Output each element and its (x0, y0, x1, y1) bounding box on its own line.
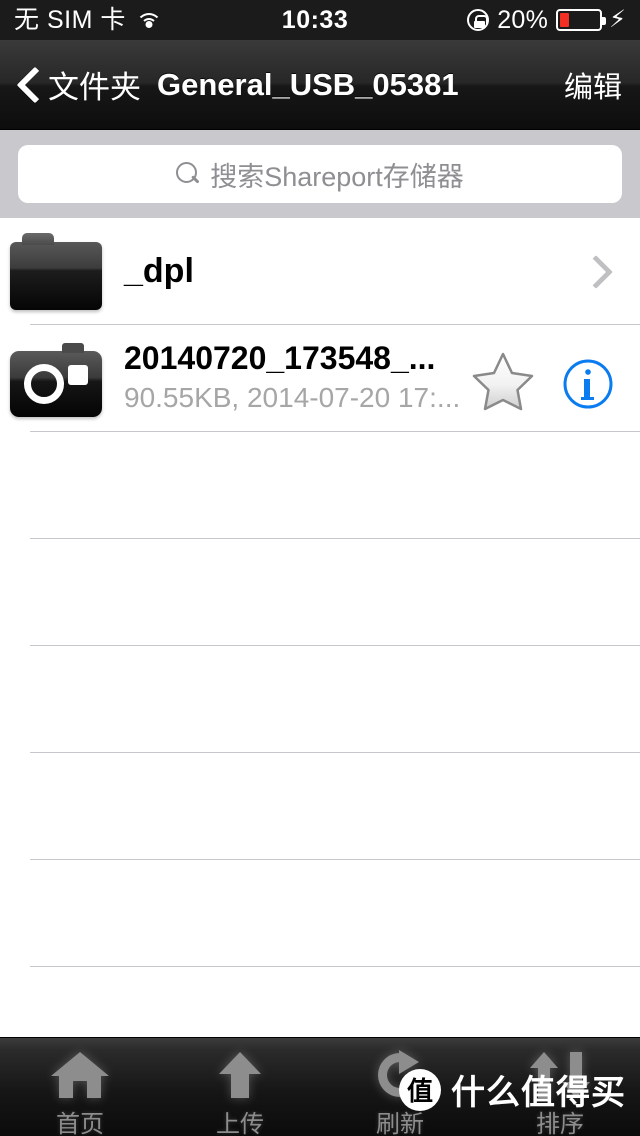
camera-icon (10, 342, 102, 417)
bottom-toolbar: 首页 上传 刷新 排序 值 什么值得买 (0, 1037, 640, 1136)
charging-bolt-icon: ⚡ (609, 6, 626, 33)
phone-screen: 无 SIM 卡 10:33 20% ⚡ 文件夹 General_USB_0538… (0, 0, 640, 1136)
row-separator (30, 966, 640, 967)
refresh-icon (373, 1048, 427, 1102)
back-button-label: 文件夹 (48, 70, 141, 105)
rotation-lock-icon (467, 9, 490, 31)
toolbar-item-home[interactable]: 首页 (0, 1038, 160, 1136)
toolbar-item-upload[interactable]: 上传 (160, 1038, 320, 1136)
home-icon (49, 1048, 111, 1102)
list-item-empty (0, 539, 640, 646)
status-bar-left: 无 SIM 卡 (14, 5, 163, 34)
file-list[interactable]: _dpl 20140720_173548_... 90.55KB, 2014-0… (0, 218, 640, 1037)
page-title: General_USB_05381 (157, 66, 459, 102)
search-bar: 搜索Shareport存储器 (0, 130, 640, 218)
battery-icon (556, 9, 607, 31)
list-item-empty (0, 432, 640, 539)
folder-icon (10, 232, 102, 310)
toolbar-label-home: 首页 (56, 1111, 104, 1136)
status-bar-right: 20% ⚡ (467, 6, 626, 35)
toolbar-label-sort: 排序 (536, 1111, 584, 1136)
battery-percent-label: 20% (497, 5, 549, 34)
chevron-left-icon (18, 68, 38, 102)
star-icon[interactable] (472, 351, 534, 411)
edit-button[interactable]: 编辑 (564, 64, 622, 106)
navigation-bar: 文件夹 General_USB_05381 编辑 (0, 40, 640, 130)
sort-icon (527, 1048, 593, 1102)
upload-icon (215, 1048, 265, 1102)
list-item-empty (0, 753, 640, 860)
list-item[interactable]: _dpl (0, 218, 640, 325)
chevron-right-icon[interactable] (578, 255, 618, 289)
list-item[interactable]: 20140720_173548_... 90.55KB, 2014-07-20 … (0, 325, 640, 432)
toolbar-item-sort[interactable]: 排序 (480, 1038, 640, 1136)
search-icon (176, 162, 200, 186)
list-item-title: _dpl (124, 251, 194, 290)
list-item-text: _dpl (124, 251, 578, 290)
toolbar-item-refresh[interactable]: 刷新 (320, 1038, 480, 1136)
wifi-icon (135, 10, 163, 30)
info-icon[interactable] (562, 358, 614, 410)
toolbar-label-upload: 上传 (216, 1111, 264, 1136)
search-input[interactable]: 搜索Shareport存储器 (18, 145, 622, 203)
toolbar-label-refresh: 刷新 (376, 1111, 424, 1136)
back-button[interactable]: 文件夹 (18, 62, 141, 107)
clock-label: 10:33 (281, 5, 349, 34)
list-item-empty (0, 860, 640, 967)
status-bar: 无 SIM 卡 10:33 20% ⚡ (0, 0, 640, 40)
carrier-label: 无 SIM 卡 (14, 5, 126, 34)
search-placeholder: 搜索Shareport存储器 (210, 161, 464, 192)
list-item-empty (0, 646, 640, 753)
